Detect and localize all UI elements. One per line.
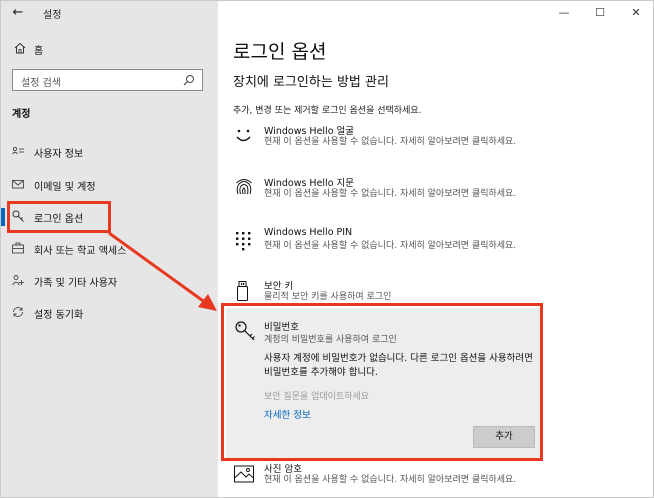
option-description: 현재 이 옵션을 사용할 수 없습니다. 자세히 알아보려면 클릭하세요. [264,241,517,251]
active-indicator [1,208,5,226]
option-title: 사진 암호 [264,464,302,475]
title-bar: ← 설정 [1,1,218,26]
maximize-button[interactable]: ☐ [589,4,611,22]
option-title: Windows Hello PIN [264,227,353,238]
user-info-icon [12,146,24,155]
minimize-button[interactable]: — [553,4,575,22]
page-title: 로그인 옵션 [233,41,327,63]
settings-window: ← 설정 홈 설정 검색 계정 사용자 정보 이메일 및 계정 로그인 옵션 회… [0,0,654,498]
sidebar-item-label: 가족 및 기타 사용자 [34,278,118,289]
sidebar-item-label: 설정 동기화 [34,310,84,321]
search-input[interactable]: 설정 검색 [12,69,203,91]
highlight-box-password [221,303,543,461]
section-heading: 계정 [12,109,31,120]
search-icon [183,75,194,86]
sidebar-item-email-accounts[interactable]: 이메일 및 계정 [1,172,218,198]
app-title: 설정 [43,10,62,21]
usb-key-icon [237,281,248,301]
search-placeholder: 설정 검색 [21,78,61,89]
window-controls: — ☐ ✕ [545,1,653,26]
option-description: 현재 이 옵션을 사용할 수 없습니다. 자세히 알아보려면 클릭하세요. [264,189,517,199]
sidebar-item-label: 회사 또는 학교 액세스 [34,246,127,257]
back-button[interactable]: ← [8,4,28,22]
people-icon [12,275,24,286]
section-subtitle: 장치에 로그인하는 방법 관리 [233,75,389,90]
briefcase-icon [12,242,24,254]
face-smile-icon [236,129,251,142]
sidebar-item-sync-settings[interactable]: 설정 동기화 [1,300,218,326]
sidebar-item-user-info[interactable]: 사용자 정보 [1,139,218,165]
option-title: Windows Hello 지문 [264,178,355,189]
option-description: 현재 이 옵션을 사용할 수 없습니다. 자세히 알아보려면 클릭하세요. [264,475,517,485]
sidebar: ← 설정 홈 설정 검색 계정 사용자 정보 이메일 및 계정 로그인 옵션 회… [1,1,218,497]
highlight-box-sidebar [7,201,111,233]
home-label: 홈 [34,46,44,57]
sidebar-item-label: 사용자 정보 [34,149,84,160]
sidebar-item-family-users[interactable]: 가족 및 기타 사용자 [1,268,218,294]
mail-icon [12,180,24,189]
section-description: 추가, 변경 또는 제거할 로그인 옵션을 선택하세요. [233,106,422,116]
pin-keypad-icon [236,232,251,251]
fingerprint-icon [236,179,252,195]
option-title: Windows Hello 얼굴 [264,126,355,137]
close-button[interactable]: ✕ [625,4,647,22]
option-title: 보안 키 [264,281,294,292]
sync-icon [13,307,23,317]
sidebar-item-home[interactable]: 홈 [1,39,218,61]
option-description: 현재 이 옵션을 사용할 수 없습니다. 자세히 알아보려면 클릭하세요. [264,137,517,147]
picture-icon [234,465,254,483]
home-icon [14,42,26,54]
sidebar-item-label: 이메일 및 계정 [34,182,96,193]
sidebar-item-work-school[interactable]: 회사 또는 학교 액세스 [1,236,218,262]
